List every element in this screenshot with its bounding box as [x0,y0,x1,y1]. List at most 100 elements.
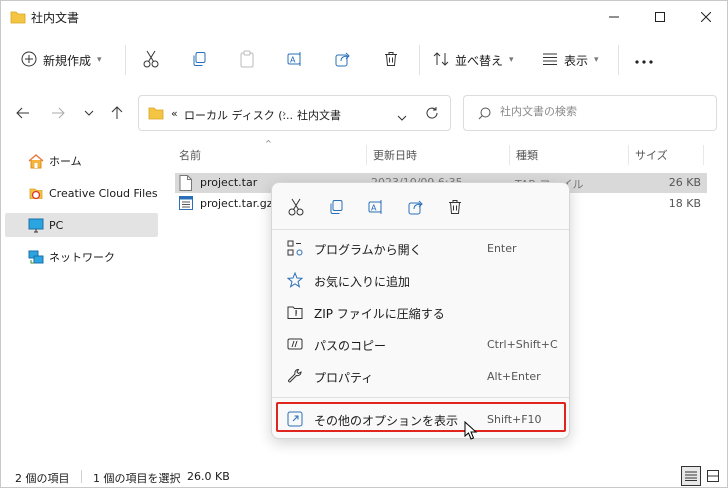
column-header-size[interactable]: サイズ [635,147,668,163]
sidebar-item-label: ネットワーク [49,251,115,264]
address-bar[interactable]: « ローカル ディスク (... › 社内文書 [138,95,451,131]
maximize-button[interactable] [637,1,683,33]
column-divider[interactable] [366,145,367,165]
list-view-icon [542,52,558,69]
file-size: 26 KB [668,176,701,189]
network-icon [27,248,45,266]
toolbar-divider [419,45,420,75]
star-icon [286,271,304,289]
sidebar-item-network[interactable]: ネットワーク [5,245,158,269]
menu-item-label: プロパティ [314,371,374,385]
file-icon [179,175,192,194]
view-button[interactable]: 表示 ▾ [542,43,599,77]
selection-size: 26.0 KB [187,470,230,483]
folder-icon [10,10,26,27]
breadcrumb-local-disk[interactable]: ローカル ディスク (... [184,107,293,123]
file-name: project.tar.gz [200,197,273,210]
menu-item-label: プログラムから開く [314,243,422,257]
chevron-down-icon: ▾ [97,55,102,65]
view-label: 表示 [564,53,589,68]
menu-item-shortcut: Alt+Enter [487,370,541,383]
context-menu-quick-actions: A [272,183,569,229]
delete-button[interactable] [383,43,399,77]
arrow-left-icon [16,107,29,119]
share-action[interactable] [404,195,428,219]
rename-icon: A [287,51,303,70]
paste-button[interactable] [239,43,255,77]
sidebar-item-pc[interactable]: PC [5,213,158,237]
wrench-icon [286,367,304,385]
sidebar-item-creative-cloud[interactable]: Creative Cloud Files [5,181,158,205]
column-divider[interactable] [628,145,629,165]
zip-icon [286,303,304,321]
menu-item-shortcut: Shift+F10 [487,413,542,426]
home-icon [27,152,45,170]
title-bar[interactable]: 社内文書 [1,1,727,33]
plus-circle-icon [21,51,37,70]
sort-icon [433,51,449,70]
new-button[interactable]: 新規作成 ▾ [21,43,102,77]
search-input[interactable] [500,105,700,118]
sidebar-item-home[interactable]: ホーム [5,149,158,173]
delete-action[interactable] [443,195,467,219]
details-view-button[interactable] [681,466,701,486]
rename-button[interactable]: A [287,43,303,77]
menu-divider [272,229,569,230]
menu-item-label: その他のオプションを表示 [314,414,459,428]
menu-item-show-more-options[interactable]: その他のオプションを表示 Shift+F10 [276,402,566,432]
menu-item-copy-path[interactable]: パスのコピー Ctrl+Shift+C [278,329,565,359]
cut-action[interactable] [284,195,308,219]
menu-item-shortcut: Ctrl+Shift+C [487,338,558,351]
column-header-type[interactable]: 種類 [516,147,538,163]
details-view-icon [685,471,697,481]
navigation-bar: « ローカル ディスク (... › 社内文書 [1,93,727,133]
menu-item-label: パスのコピー [314,339,387,353]
close-button[interactable] [683,1,728,33]
column-header-name[interactable]: 名前 [179,147,201,163]
menu-item-properties[interactable]: プロパティ Alt+Enter [278,361,565,391]
trash-icon [449,200,461,214]
search-box[interactable] [463,95,717,131]
context-menu: A プログラムから開く Enter お気に入りに追加 ZIP ファイルに圧縮する… [271,182,570,439]
column-divider[interactable] [509,145,510,165]
trash-icon [383,51,399,70]
copy-button[interactable] [191,43,207,77]
chevron-down-icon: ▾ [594,55,599,65]
toolbar-divider [618,45,619,75]
back-button[interactable] [11,101,35,125]
menu-item-label: ZIP ファイルに圧縮する [314,307,445,321]
sort-ascending-icon: ^ [265,139,272,148]
refresh-icon[interactable] [425,106,439,123]
chevron-down-icon [84,110,94,116]
tiles-view-button[interactable] [703,466,723,486]
sort-label: 並べ替え [455,53,504,68]
up-button[interactable] [105,101,129,125]
breadcrumb-current-folder[interactable]: 社内文書 [297,107,341,123]
more-button[interactable] [635,43,653,77]
share-button[interactable] [335,43,351,77]
copy-icon [191,51,207,70]
menu-divider [272,397,569,398]
copy-action[interactable] [324,195,348,219]
arrow-up-icon [111,106,123,119]
forward-button[interactable] [46,101,70,125]
copy-icon [330,200,343,214]
cut-button[interactable] [143,43,159,77]
menu-item-add-favorite[interactable]: お気に入りに追加 [278,265,565,295]
menu-item-compress-zip[interactable]: ZIP ファイルに圧縮する [278,297,565,327]
chevron-down-icon[interactable] [397,110,407,124]
column-divider[interactable] [703,145,704,165]
breadcrumb-overflow[interactable]: « [171,107,178,120]
recent-locations-button[interactable] [77,101,101,125]
minimize-button[interactable] [591,1,637,33]
selection-count: 1 個の項目を選択 [93,472,181,485]
menu-item-open-with[interactable]: プログラムから開く Enter [278,233,565,263]
column-header-date[interactable]: 更新日時 [373,147,417,163]
sort-button[interactable]: 並べ替え ▾ [433,43,514,77]
rename-action[interactable]: A [364,195,388,219]
more-options-icon [286,410,304,428]
sidebar-item-label: Creative Cloud Files [49,186,158,200]
creative-cloud-icon [27,184,45,202]
command-bar: 新規作成 ▾ A 並べ替え ▾ 表示 ▾ [1,39,727,81]
svg-text:A: A [371,204,377,213]
